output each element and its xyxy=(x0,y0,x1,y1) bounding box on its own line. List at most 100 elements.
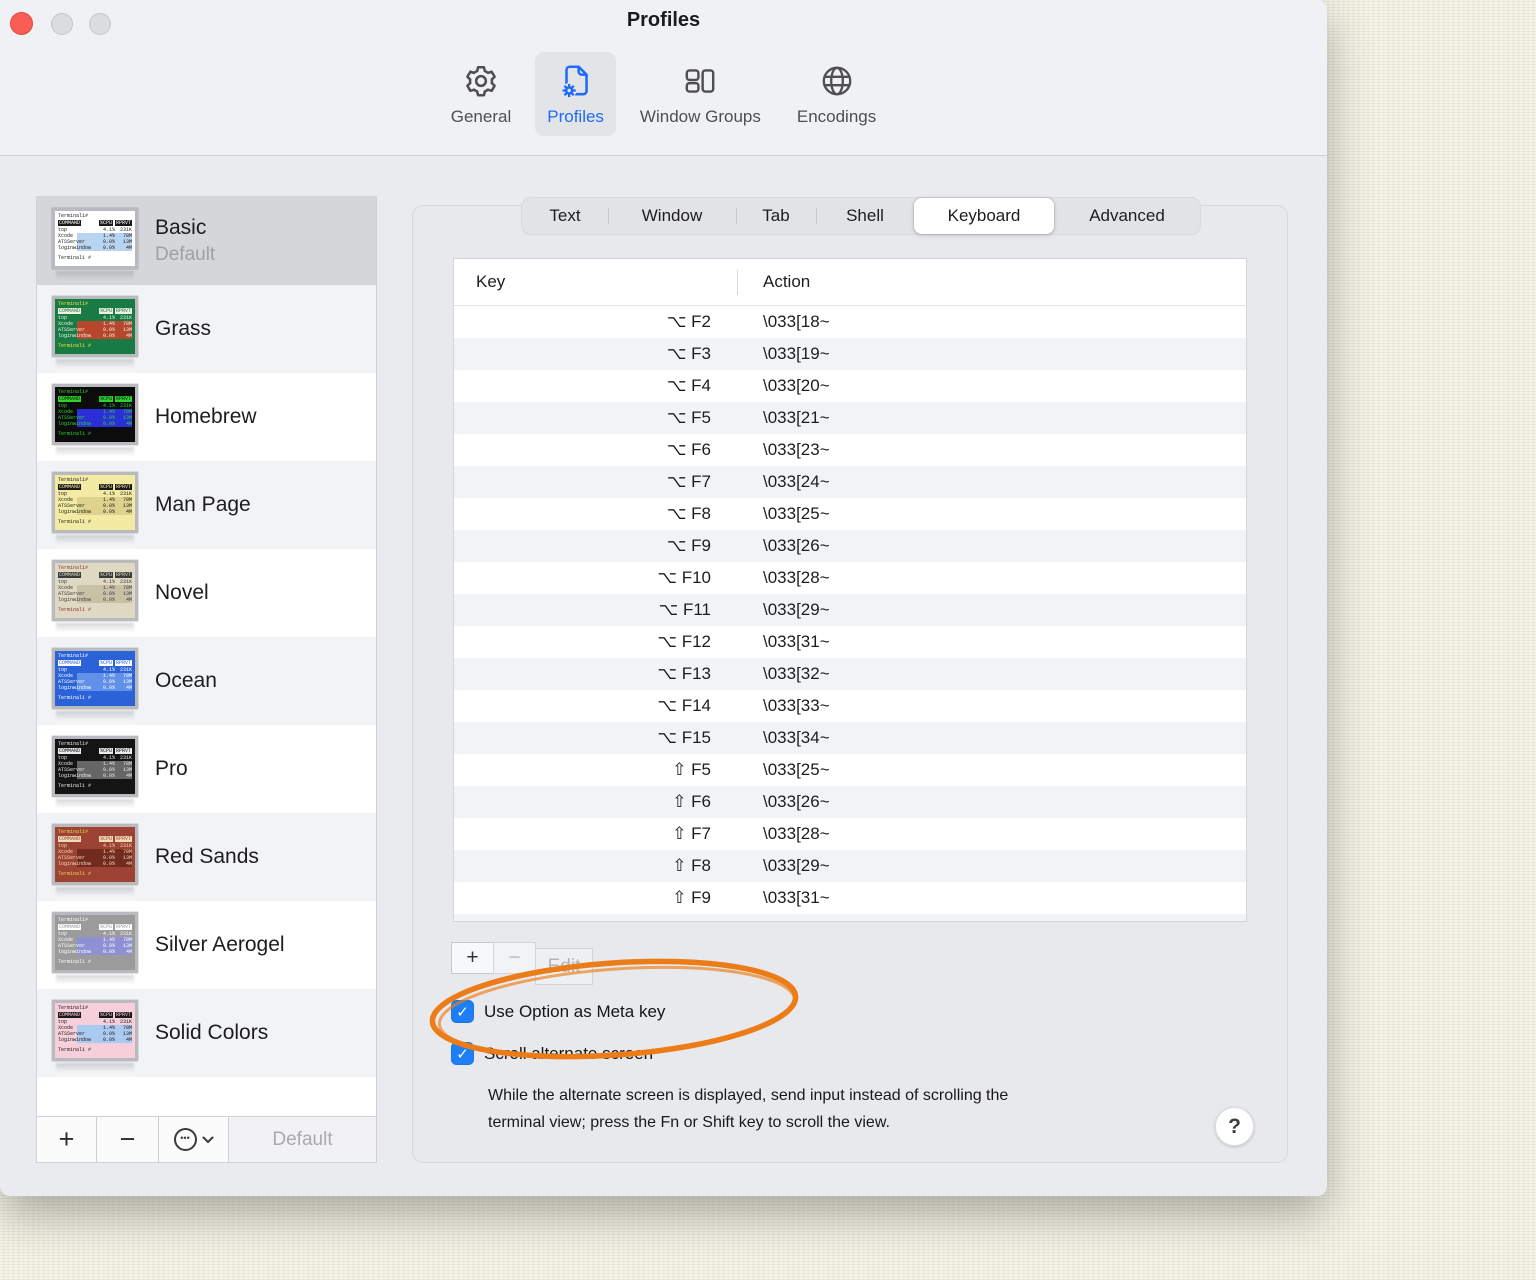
profile-list-item[interactable]: Terminal1# COMMAND %CPU RPRVT top 4.1% 231… xyxy=(37,989,376,1077)
key-mapping-row[interactable]: ⌥ F8 \033[25~ xyxy=(454,498,1246,530)
key-mapping-row[interactable]: ⇧ F6 \033[26~ xyxy=(454,786,1246,818)
toolbar-label: Profiles xyxy=(547,107,604,126)
key-mapping-row[interactable]: ⌥ F10 \033[28~ xyxy=(454,562,1246,594)
column-header-key: Key xyxy=(476,272,506,291)
settings-tabs: Text Window Tab Shell Keyboard Advanced xyxy=(521,197,1201,235)
action-cell: \033[24~ xyxy=(763,472,830,491)
more-options-icon: ••• xyxy=(173,1128,197,1151)
profile-name: Red Sands xyxy=(155,845,259,868)
option-meta-key-row: ✓ Use Option as Meta key xyxy=(451,1000,665,1023)
key-mapping-row[interactable]: ⌥ F5 \033[21~ xyxy=(454,402,1246,434)
remove-key-mapping-button[interactable]: − xyxy=(493,942,536,974)
key-cell: ⇧ F9 xyxy=(672,888,711,907)
profile-name: Ocean xyxy=(155,669,217,692)
key-mapping-row[interactable]: ⌥ F9 \033[26~ xyxy=(454,530,1246,562)
checkmark-icon: ✓ xyxy=(456,1003,469,1021)
profile-list-item[interactable]: Terminal1# COMMAND %CPU RPRVT top 4.1% 231… xyxy=(37,197,376,285)
profile-name: Silver Aerogel xyxy=(155,933,285,956)
action-cell: \033[25~ xyxy=(763,760,830,779)
profile-name: Basic xyxy=(155,216,207,239)
desktop-wallpaper: Profiles General Profiles Window Groups … xyxy=(0,0,1536,1280)
profile-list-item[interactable]: Terminal1# COMMAND %CPU RPRVT top 4.1% 231… xyxy=(37,637,376,725)
profile-list-item[interactable]: Terminal1# COMMAND %CPU RPRVT top 4.1% 231… xyxy=(37,901,376,989)
thumbnail-reflection xyxy=(56,359,134,368)
edit-key-mapping-button[interactable]: Edit xyxy=(535,948,593,985)
toolbar-item-encodings[interactable]: Encodings xyxy=(785,52,888,136)
key-mapping-row[interactable]: ⌥ F13 \033[32~ xyxy=(454,658,1246,690)
key-mapping-row[interactable]: ⌥ F3 \033[19~ xyxy=(454,338,1246,370)
key-mapping-row[interactable]: ⌥ F7 \033[24~ xyxy=(454,466,1246,498)
profile-list-item[interactable]: Terminal1# COMMAND %CPU RPRVT top 4.1% 231… xyxy=(37,461,376,549)
profile-list-item[interactable]: Terminal1# COMMAND %CPU RPRVT top 4.1% 231… xyxy=(37,373,376,461)
toolbar-item-general[interactable]: General xyxy=(439,52,523,136)
help-button[interactable]: ? xyxy=(1215,1107,1254,1146)
profile-thumbnail: Terminal1# COMMAND %CPU RPRVT top 4.1% 231… xyxy=(52,912,138,973)
tab-window[interactable]: Window xyxy=(608,198,736,234)
key-mapping-row[interactable]: ⌥ F12 \033[31~ xyxy=(454,626,1246,658)
chevron-down-icon xyxy=(202,1136,213,1143)
profile-thumbnail: Terminal1# COMMAND %CPU RPRVT top 4.1% 231… xyxy=(52,560,138,621)
key-mapping-row[interactable]: ⇧ F7 \033[28~ xyxy=(454,818,1246,850)
key-cell: ⌥ F3 xyxy=(666,344,711,363)
toolbar-label: General xyxy=(450,107,512,126)
globe-icon xyxy=(818,58,856,104)
key-mapping-row[interactable]: ⌥ F11 \033[29~ xyxy=(454,594,1246,626)
add-profile-button[interactable]: + xyxy=(37,1117,97,1162)
default-profile-button[interactable]: Default xyxy=(229,1117,376,1162)
key-mapping-row[interactable]: ⌥ F6 \033[23~ xyxy=(454,434,1246,466)
tab-shell[interactable]: Shell xyxy=(816,198,914,234)
preferences-toolbar: General Profiles Window Groups Encodings xyxy=(0,52,1327,136)
key-cell: ⌥ F14 xyxy=(657,696,711,715)
document-gear-icon xyxy=(557,58,595,104)
profile-actions-menu-button[interactable]: ••• xyxy=(159,1117,229,1162)
use-option-as-meta-checkbox[interactable]: ✓ xyxy=(451,1000,474,1023)
tab-advanced[interactable]: Advanced xyxy=(1054,198,1200,234)
tab-tab[interactable]: Tab xyxy=(736,198,816,234)
profile-thumbnail: Terminal1# COMMAND %CPU RPRVT top 4.1% 231… xyxy=(52,208,138,269)
profile-name: Man Page xyxy=(155,493,251,516)
action-cell: \033[23~ xyxy=(763,440,830,459)
action-cell: \033[18~ xyxy=(763,312,830,331)
profile-list: Terminal1# COMMAND %CPU RPRVT top 4.1% 231… xyxy=(37,197,376,1116)
action-cell: \033[33~ xyxy=(763,696,830,715)
tab-text[interactable]: Text xyxy=(522,198,608,234)
profile-list-item[interactable]: Terminal1# COMMAND %CPU RPRVT top 4.1% 231… xyxy=(37,285,376,373)
profile-list-toolbar: + − ••• Default xyxy=(37,1116,376,1162)
remove-profile-button[interactable]: − xyxy=(97,1117,159,1162)
action-cell: \033[19~ xyxy=(763,344,830,363)
key-cell: ⌥ F10 xyxy=(657,568,711,587)
key-cell: ⌥ F2 xyxy=(666,312,711,331)
profile-list-item[interactable]: Terminal1# COMMAND %CPU RPRVT top 4.1% 231… xyxy=(37,725,376,813)
key-mapping-row[interactable]: ⌥ F2 \033[18~ xyxy=(454,306,1246,338)
key-mapping-row[interactable]: ⇧ F9 \033[31~ xyxy=(454,882,1246,914)
key-cell: ⇧ F8 xyxy=(672,856,711,875)
key-cell: ⌥ F9 xyxy=(666,536,711,555)
thumbnail-reflection xyxy=(56,447,134,456)
key-cell: ⇧ F5 xyxy=(672,760,711,779)
checkbox-label: Scroll alternate screen xyxy=(484,1043,654,1063)
action-cell: \033[31~ xyxy=(763,632,830,651)
key-cell: ⌥ F8 xyxy=(666,504,711,523)
profile-name: Pro xyxy=(155,757,188,780)
toolbar-item-profiles[interactable]: Profiles xyxy=(535,52,616,136)
tab-keyboard[interactable]: Keyboard xyxy=(914,198,1054,234)
key-mapping-row[interactable]: ⌥ F14 \033[33~ xyxy=(454,690,1246,722)
add-key-mapping-button[interactable]: + xyxy=(451,942,494,974)
toolbar-item-window-groups[interactable]: Window Groups xyxy=(628,52,773,136)
profile-list-item[interactable]: Terminal1# COMMAND %CPU RPRVT top 4.1% 231… xyxy=(37,549,376,637)
profile-list-item[interactable]: Terminal1# COMMAND %CPU RPRVT top 4.1% 231… xyxy=(37,813,376,901)
key-mapping-row[interactable]: ⇧ F5 \033[25~ xyxy=(454,754,1246,786)
profile-name: Homebrew xyxy=(155,405,257,428)
key-mapping-row[interactable]: ⌥ F15 \033[34~ xyxy=(454,722,1246,754)
checkmark-icon: ✓ xyxy=(456,1045,469,1063)
action-cell: \033[21~ xyxy=(763,408,830,427)
table-header: Key Action xyxy=(454,259,1246,306)
key-cell: ⇧ F6 xyxy=(672,792,711,811)
profile-name: Grass xyxy=(155,317,212,340)
action-cell: \033[34~ xyxy=(763,728,830,747)
profile-settings-panel: Text Window Tab Shell Keyboard Advanced … xyxy=(412,197,1288,1163)
action-cell: \033[26~ xyxy=(763,792,830,811)
key-mapping-row[interactable]: ⌥ F4 \033[20~ xyxy=(454,370,1246,402)
key-mapping-row[interactable]: ⇧ F8 \033[29~ xyxy=(454,850,1246,882)
scroll-alternate-screen-checkbox[interactable]: ✓ xyxy=(451,1042,474,1065)
